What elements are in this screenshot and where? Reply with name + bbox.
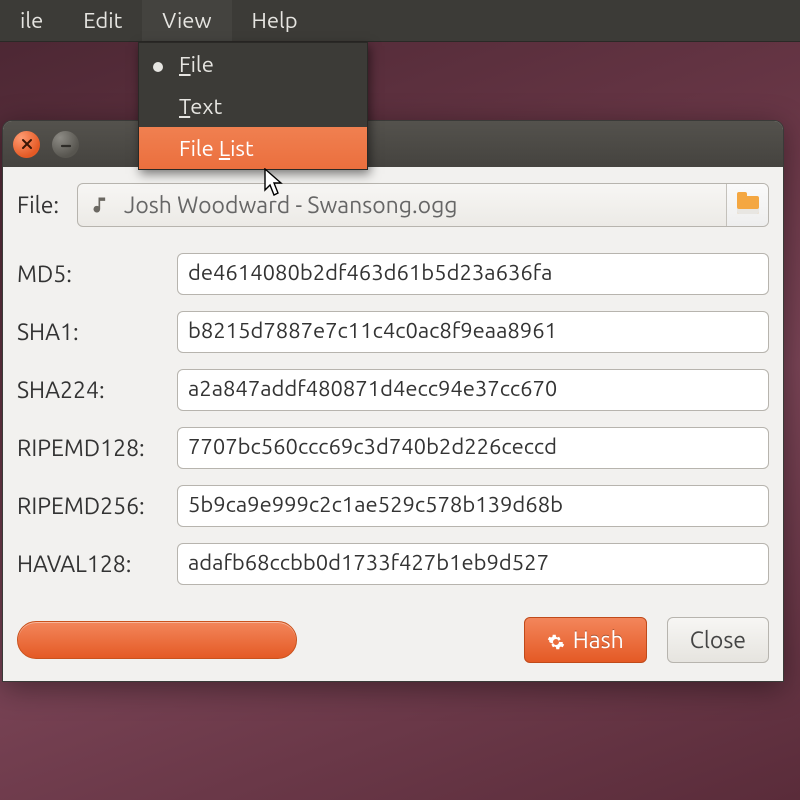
browse-button[interactable] (726, 184, 768, 226)
file-name: Josh Woodward - Swansong.ogg (118, 193, 726, 218)
hash-row-ripemd128: RIPEMD128: 7707bc560ccc69c3d740b2d226cec… (17, 427, 769, 469)
hash-value-ripemd256[interactable]: 5b9ca9e999c2c1ae529c578b139d68b (177, 485, 769, 527)
window-minimize-button[interactable] (52, 131, 79, 158)
view-menu-file[interactable]: File (139, 43, 367, 85)
view-menu-file-list[interactable]: File List (139, 127, 367, 169)
menu-file-label: ile (20, 8, 43, 33)
hash-button[interactable]: Hash (524, 617, 647, 663)
hash-label: SHA224: (17, 378, 177, 403)
hash-value-haval128[interactable]: adafb68ccbb0d1733f427b1eb9d527 (177, 543, 769, 585)
hash-row-md5: MD5: de4614080b2df463d61b5d23a636fa (17, 253, 769, 295)
menu-edit-label: Edit (83, 8, 122, 33)
music-note-icon (84, 188, 118, 222)
button-row: Hash Close (17, 617, 769, 663)
file-chooser[interactable]: Josh Woodward - Swansong.ogg (77, 183, 769, 227)
file-label: File: (17, 193, 67, 218)
menubar: ile Edit View Help (0, 0, 800, 42)
view-menu-file-list-label: File List (179, 136, 254, 161)
view-menu-file-label: File (179, 52, 214, 77)
radio-selected-icon (153, 52, 179, 77)
hash-label: RIPEMD256: (17, 494, 177, 519)
gear-icon (547, 631, 565, 649)
close-button[interactable]: Close (667, 617, 769, 663)
file-row: File: Josh Woodward - Swansong.ogg (17, 183, 769, 227)
hash-button-label: Hash (573, 628, 624, 653)
folder-icon (737, 196, 759, 214)
hash-label: MD5: (17, 262, 177, 287)
hash-label: HAVAL128: (17, 552, 177, 577)
view-menu-text[interactable]: Text (139, 85, 367, 127)
hash-value-md5[interactable]: de4614080b2df463d61b5d23a636fa (177, 253, 769, 295)
hash-value-sha224[interactable]: a2a847addf480871d4ecc94e37cc670 (177, 369, 769, 411)
view-dropdown: File Text File List (138, 42, 368, 170)
hash-row-sha224: SHA224: a2a847addf480871d4ecc94e37cc670 (17, 369, 769, 411)
menu-view-label: View (162, 8, 211, 33)
menu-help-label: Help (252, 8, 298, 33)
titlebar[interactable] (3, 121, 783, 167)
progress-bar (17, 621, 297, 659)
menu-file[interactable]: ile (0, 0, 63, 41)
hash-value-sha1[interactable]: b8215d7887e7c11c4c0ac8f9eaa8961 (177, 311, 769, 353)
hash-label: SHA1: (17, 320, 177, 345)
hash-row-sha1: SHA1: b8215d7887e7c11c4c0ac8f9eaa8961 (17, 311, 769, 353)
app-window: File: Josh Woodward - Swansong.ogg MD5: … (2, 120, 784, 682)
menu-edit[interactable]: Edit (63, 0, 142, 41)
window-close-button[interactable] (13, 131, 40, 158)
close-button-label: Close (690, 628, 746, 653)
menu-help[interactable]: Help (232, 0, 318, 41)
hash-label: RIPEMD128: (17, 436, 177, 461)
menu-view[interactable]: View (142, 0, 231, 41)
view-menu-text-label: Text (179, 94, 222, 119)
hash-row-ripemd256: RIPEMD256: 5b9ca9e999c2c1ae529c578b139d6… (17, 485, 769, 527)
hash-value-ripemd128[interactable]: 7707bc560ccc69c3d740b2d226ceccd (177, 427, 769, 469)
hash-row-haval128: HAVAL128: adafb68ccbb0d1733f427b1eb9d527 (17, 543, 769, 585)
hash-grid: MD5: de4614080b2df463d61b5d23a636fa SHA1… (17, 253, 769, 585)
window-body: File: Josh Woodward - Swansong.ogg MD5: … (3, 167, 783, 681)
